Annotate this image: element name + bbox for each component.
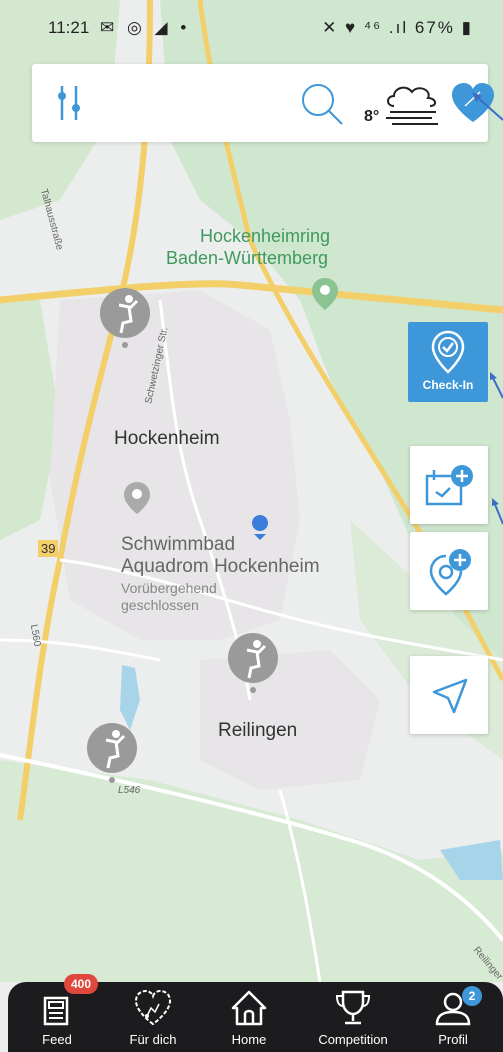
nav-competition-label: Competition (318, 1032, 388, 1047)
profil-badge: 2 (462, 986, 482, 1006)
trophy-icon (335, 990, 371, 1025)
map-pin-icon[interactable] (124, 482, 150, 514)
tennis-court-marker[interactable] (227, 632, 279, 694)
add-location-button[interactable] (410, 532, 488, 610)
label-baden-wuerttemberg: Baden-Württemberg (166, 248, 329, 268)
temperature: 8° (364, 108, 380, 125)
label-aquadrom: Aquadrom Hockenheim (121, 556, 320, 577)
nav-feed-label: Feed (42, 1032, 72, 1047)
annotation-arrow (490, 372, 503, 399)
label-schwimmbad: Schwimmbad (121, 534, 236, 555)
battery-percent: 67% (414, 18, 455, 37)
nav-profil[interactable]: 2 Profil (408, 982, 498, 1052)
location-check-icon (431, 330, 465, 374)
add-event-button[interactable] (410, 446, 488, 524)
nav-feed[interactable]: 400 Feed (12, 974, 102, 1052)
tennis-court-marker[interactable] (99, 287, 151, 349)
blue-location-pin-icon[interactable] (250, 514, 270, 540)
label-hockenheim: Hockenheim (114, 428, 220, 449)
feed-icon (43, 996, 69, 1026)
label-voruebergehend: Vorübergehend (121, 580, 217, 596)
check-in-label: Check-In (422, 378, 474, 392)
label-l546: L546 (118, 785, 141, 796)
feed-badge: 400 (64, 974, 98, 994)
annotation-arrow (472, 92, 503, 121)
map-pin-icon[interactable] (312, 278, 338, 310)
map-toolbar: 8° (32, 64, 494, 142)
nav-competition[interactable]: Competition (308, 982, 398, 1052)
status-time: 11:21 (48, 18, 90, 37)
nav-profil-label: Profil (438, 1032, 468, 1047)
status-system-icons: ✕ ♥ ⁴⁶ .ıl (322, 18, 409, 37)
status-bar: 11:21 ✉ ◎ ◢ • ✕ ♥ ⁴⁶ .ıl 67% ▮ (0, 0, 503, 58)
nav-fuer-dich-label: Für dich (129, 1032, 177, 1047)
status-right: ✕ ♥ ⁴⁶ .ıl 67% ▮ (322, 18, 473, 38)
status-notification-icons: ✉ ◎ ◢ • (100, 18, 191, 37)
navigate-button[interactable] (410, 656, 488, 734)
fog-cloud-icon[interactable] (382, 82, 442, 128)
nav-home[interactable]: Home (204, 982, 294, 1052)
battery-icon: ▮ (461, 18, 473, 37)
heart-path-icon (134, 989, 172, 1026)
tennis-court-marker[interactable] (86, 722, 138, 784)
sliders-icon[interactable] (54, 84, 86, 122)
label-geschlossen: geschlossen (121, 597, 199, 613)
search-icon[interactable] (300, 82, 344, 126)
nav-fuer-dich[interactable]: Für dich (108, 982, 198, 1052)
nav-home-label: Home (231, 1032, 267, 1047)
navigation-arrow-icon (432, 678, 468, 714)
bottom-navigation: 400 Feed Für dich Home Competition 2 Pro… (8, 974, 503, 1052)
location-plus-icon (429, 549, 471, 596)
label-reilingen: Reilingen (218, 720, 298, 741)
road-shield-39: 39 (38, 540, 59, 557)
check-in-button[interactable]: Check-In (408, 322, 488, 402)
calendar-plus-icon (425, 465, 473, 506)
annotation-arrow (492, 498, 503, 525)
home-icon (231, 990, 267, 1026)
label-hockenheimring: Hockenheimring (200, 226, 331, 246)
